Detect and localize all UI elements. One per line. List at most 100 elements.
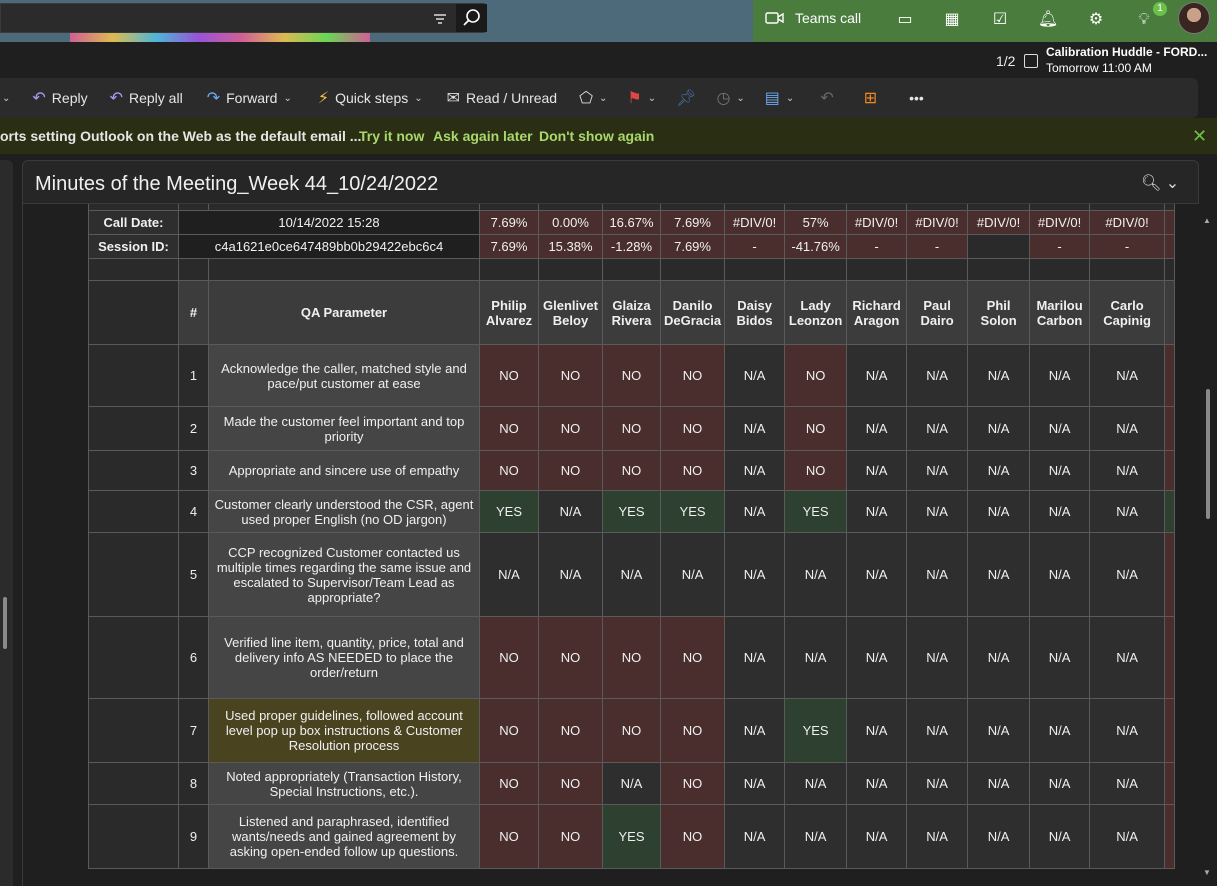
teams-call-button[interactable]: Teams call	[765, 0, 861, 36]
todo-icon[interactable]: ☑	[989, 9, 1011, 31]
score-cell: N/A	[1029, 762, 1091, 805]
score-cell: NO	[784, 344, 848, 407]
ask-later-link[interactable]: Ask again later	[433, 118, 533, 154]
table-row: 2 Made the customer feel important and to…	[88, 406, 1176, 451]
reply-button[interactable]: ↶ Reply	[32, 78, 87, 118]
score-cell: N/A	[1029, 490, 1091, 533]
table-cell	[88, 280, 179, 345]
score-cell: -	[1029, 234, 1091, 259]
meeting-strip: 1/2 Calibration Huddle - FORD... Tomorro…	[0, 42, 1217, 78]
dont-show-link[interactable]: Don't show again	[539, 118, 654, 154]
forward-button[interactable]: ↷ Forward ⌄	[207, 78, 292, 118]
table-cell	[1164, 258, 1176, 281]
tag-button[interactable]: ⬠ ⌄	[579, 78, 607, 118]
score-cell: N/A	[724, 344, 786, 407]
table-cell	[1029, 258, 1091, 281]
score-cell: -	[724, 234, 786, 259]
forward-label: Forward	[226, 90, 278, 106]
reply-all-button[interactable]: ↶ Reply all	[110, 78, 183, 118]
table-cell	[88, 762, 179, 805]
zoom-icon[interactable]: 🔍︎ ⌄	[1141, 173, 1179, 193]
spacer-row	[88, 258, 1176, 281]
score-cell: NO	[784, 406, 848, 451]
chevron-down-icon[interactable]: ⌄	[2, 93, 10, 104]
table-cell	[1164, 616, 1176, 699]
table-row: 4 Customer clearly understood the CSR, ag…	[88, 490, 1176, 533]
score-cell	[1164, 234, 1176, 259]
score-cell: 7.69%	[479, 234, 539, 259]
lightbulb-icon[interactable]: 💡︎	[1133, 9, 1155, 31]
reading-scrollbar[interactable]: ▲ ▼	[1199, 204, 1217, 886]
score-cell: N/A	[846, 450, 908, 491]
undo-icon: ↶	[820, 90, 834, 107]
qa-parameter: Customer clearly understood the CSR, age…	[208, 490, 480, 533]
score-cell: N/A	[724, 406, 786, 451]
score-cell: NO	[602, 406, 661, 451]
close-icon[interactable]: ✕	[1192, 118, 1207, 154]
undo-button[interactable]: ↶	[820, 78, 833, 118]
score-cell: N/A	[906, 804, 969, 869]
score-cell: N/A	[1029, 698, 1091, 763]
video-camera-icon	[765, 12, 784, 24]
bell-icon[interactable]: 🔔︎	[1037, 9, 1059, 31]
score-cell: YES	[479, 490, 539, 533]
read-unread-button[interactable]: ✉ Read / Unread	[447, 78, 557, 118]
rules-button[interactable]: ▤ ⌄	[765, 78, 795, 118]
score-cell: N/A	[1089, 450, 1166, 491]
score-cell: N/A	[906, 616, 969, 699]
score-cell	[967, 234, 1031, 259]
excel-icon[interactable]: ▦	[941, 9, 963, 31]
score-cell	[1164, 210, 1176, 235]
meta-row: Call Date: 10/14/2022 15:28 7.69% 0.00% 16.6…	[88, 210, 1176, 235]
score-cell: N/A	[1029, 804, 1091, 869]
score-cell: NO	[538, 450, 603, 491]
gear-icon[interactable]: ⚙	[1085, 9, 1107, 31]
search-box[interactable]	[0, 3, 487, 33]
table-row: 1 Acknowledge the caller, matched style a…	[88, 344, 1176, 407]
flag-button[interactable]: ⚑ ⌄	[627, 78, 656, 118]
param-header: QA Parameter	[208, 280, 480, 345]
avatar[interactable]	[1178, 2, 1210, 34]
row-number: 4	[178, 490, 209, 533]
pin-button[interactable]: 📌︎	[676, 78, 696, 118]
score-cell: N/A	[724, 450, 786, 491]
snooze-button[interactable]: ◷ ⌄	[716, 78, 744, 118]
score-cell: YES	[659, 490, 726, 533]
row-number: 1	[178, 344, 209, 407]
reply-label: Reply	[51, 90, 88, 106]
reply-all-icon: ↶	[109, 90, 123, 107]
quick-steps-button[interactable]: ⚡︎ Quick steps ⌄	[318, 78, 423, 118]
teams-bar: Teams call ▭ ▦ ☑ 🔔︎ ⚙ 💡︎ 1	[753, 0, 1217, 42]
try-it-now-link[interactable]: Try it now	[359, 118, 424, 154]
table-cell	[88, 344, 179, 407]
search-button[interactable]	[456, 4, 487, 32]
scroll-up-icon[interactable]: ▲	[1203, 216, 1211, 225]
reading-header: Minutes of the Meeting_Week 44_10/24/202…	[22, 160, 1199, 204]
score-cell: N/A	[846, 698, 908, 763]
apps-button[interactable]: ⊞	[864, 78, 877, 118]
score-cell: N/A	[479, 532, 539, 617]
score-cell: N/A	[1089, 762, 1166, 805]
table-cell	[1089, 258, 1166, 281]
score-cell: NO	[602, 616, 661, 699]
score-cell: N/A	[846, 344, 908, 407]
score-cell: NO	[479, 698, 539, 763]
filter-icon[interactable]	[431, 10, 449, 28]
meeting-pager[interactable]: 1/2	[996, 53, 1015, 69]
more-button[interactable]: •••	[909, 78, 924, 118]
score-cell: N/A	[967, 450, 1031, 491]
chevron-down-icon: ⌄	[283, 92, 292, 104]
score-cell: N/A	[1089, 804, 1166, 869]
list-scrollbar-thumb[interactable]	[3, 597, 7, 649]
score-cell: #DIV/0!	[846, 210, 908, 235]
table-cell	[906, 258, 969, 281]
table-cell	[1164, 698, 1176, 763]
table-cell	[846, 258, 908, 281]
score-cell: YES	[602, 804, 661, 869]
score-cell: YES	[784, 698, 848, 763]
read-unread-label: Read / Unread	[466, 90, 558, 106]
scrollbar-thumb[interactable]	[1206, 389, 1210, 519]
scroll-down-icon[interactable]: ▼	[1203, 868, 1211, 877]
meeting-reminder[interactable]: Calibration Huddle - FORD... Tomorrow 11…	[1046, 44, 1207, 76]
chat-icon[interactable]: ▭	[894, 9, 916, 31]
